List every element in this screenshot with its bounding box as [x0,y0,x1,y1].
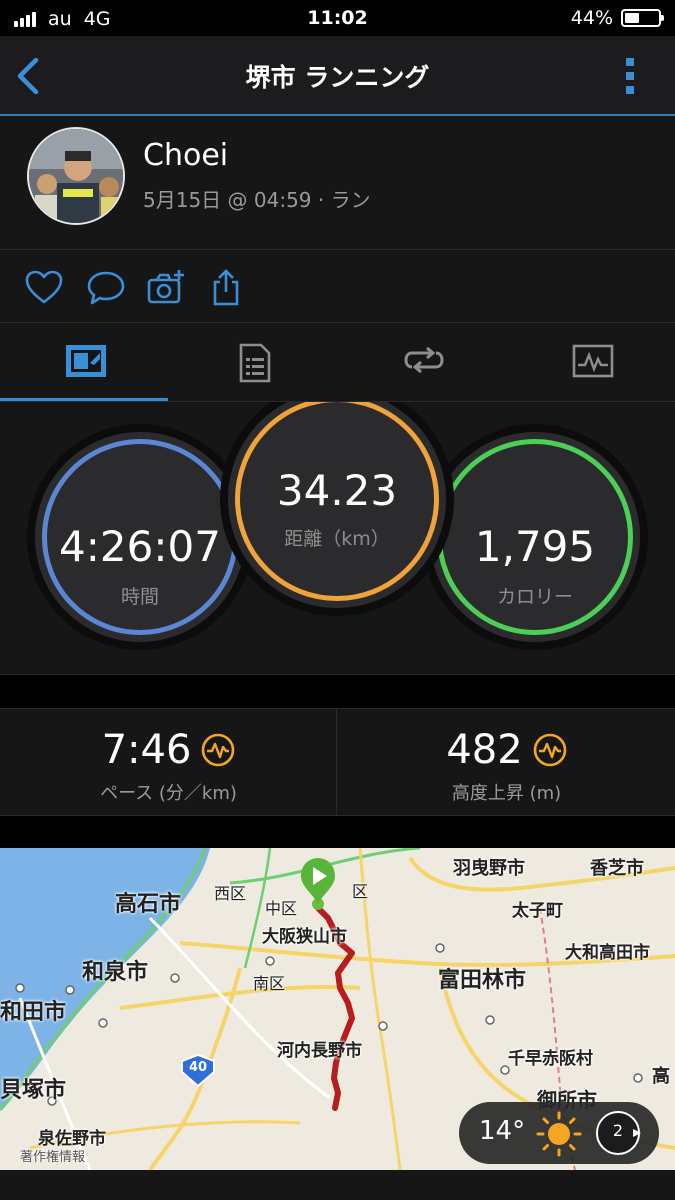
camera-add-icon [147,270,184,304]
map-label: 中区 [265,899,298,918]
route-sign-number: 40 [188,1060,208,1075]
pace-value-row: 7:46 [0,727,337,773]
elevation-metric[interactable]: 482 高度上昇 (m) [338,709,675,815]
distance-stat: 34.23 距離（km） [228,402,446,608]
pace-label: ペース (分／km) [100,783,237,804]
weather-badge: 14° 2 [459,1102,659,1164]
metrics-row: 7:46 ペース (分／km) 482 高度上昇 (m) [0,708,675,816]
battery-percent: 44% [570,7,613,29]
map-label: 区 [352,882,369,901]
map-label: 太子町 [512,901,563,921]
wind-speed: 2 [612,1121,624,1140]
action-bar [0,250,675,323]
more-menu-button[interactable] [623,56,637,96]
chevron-left-icon [17,57,39,95]
tab-laps[interactable] [338,323,506,401]
calories-stat: 1,795 カロリー [430,432,640,642]
map-label: 貝塚市 [0,1078,67,1103]
tab-details[interactable] [169,323,337,401]
elevation-value: 482 [446,727,523,773]
distance-value: 34.23 [276,466,398,515]
map-label: 大阪狭山市 [262,927,347,947]
map-label: 河内長野市 [277,1041,362,1061]
map-label: 大和高田市 [565,943,650,963]
share-button[interactable] [206,268,246,308]
tab-overview[interactable] [0,323,168,401]
pace-value: 7:46 [101,727,192,773]
map-label: 和泉市 [82,960,149,985]
time-stat: 4:26:07 時間 [35,432,245,642]
add-photo-button[interactable] [146,268,186,308]
tab-bar [0,323,675,402]
page-title: 堺市 ランニング [245,63,430,92]
user-name[interactable]: Choei [143,138,228,173]
status-bar: au 4G 11:02 44% [0,0,675,36]
map-label: 西区 [214,884,247,903]
sun-icon [536,1111,582,1157]
distance-label: 距離（km） [284,528,390,550]
map-label: 和田市 [0,1000,67,1025]
temperature: 14° [479,1116,526,1146]
calories-label: カロリー [496,586,573,608]
pace-metric[interactable]: 7:46 ペース (分／km) [0,709,337,815]
back-button[interactable] [14,56,44,96]
elevation-label: 高度上昇 (m) [451,783,562,804]
like-button[interactable] [24,268,64,308]
map-label: 千早赤阪村 [508,1049,593,1069]
heart-icon [25,270,63,304]
battery-icon [621,9,664,27]
share-icon [213,269,239,306]
chart-icon [572,344,614,378]
map-label: 南区 [253,974,286,993]
vertical-dots-icon [626,58,634,94]
pulse-icon [202,733,235,767]
elevation-value-row: 482 [338,727,675,773]
map-label: 高 [652,1066,670,1087]
map-label: 香芝市 [590,858,644,879]
comment-button[interactable] [86,268,126,308]
calories-value: 1,795 [474,522,596,571]
avatar[interactable] [27,127,125,225]
summary-stats: 4:26:07 時間 1,795 カロリー 34.23 距離（km） [0,402,675,675]
activity-header: Choei 5月15日 @ 04:59 · ラン [0,116,675,250]
tab-charts[interactable] [507,323,675,401]
route-map[interactable]: 羽曳野市 香芝市 高石市 西区 区 中区 太子町 大阪狭山市 大和高田市 和泉市… [0,848,675,1170]
nav-bar: 堺市 ランニング [0,36,675,116]
pulse-icon [533,733,566,767]
status-right: 44% [570,7,664,29]
map-label: 羽曳野市 [453,858,525,879]
time-value: 4:26:07 [59,522,221,571]
activity-meta: 5月15日 @ 04:59 · ラン [143,188,371,212]
comment-icon [87,271,125,305]
time-label: 時間 [120,586,159,608]
map-label: 富田林市 [438,968,527,993]
map-label: 高石市 [115,892,182,917]
overview-icon [66,345,106,377]
bottom-bar [0,1170,675,1200]
metric-divider [336,709,337,815]
copyright-link[interactable]: 著作権情報 [20,1146,85,1165]
laps-icon [404,346,444,374]
details-icon [239,343,271,383]
avatar-photo [29,129,123,223]
